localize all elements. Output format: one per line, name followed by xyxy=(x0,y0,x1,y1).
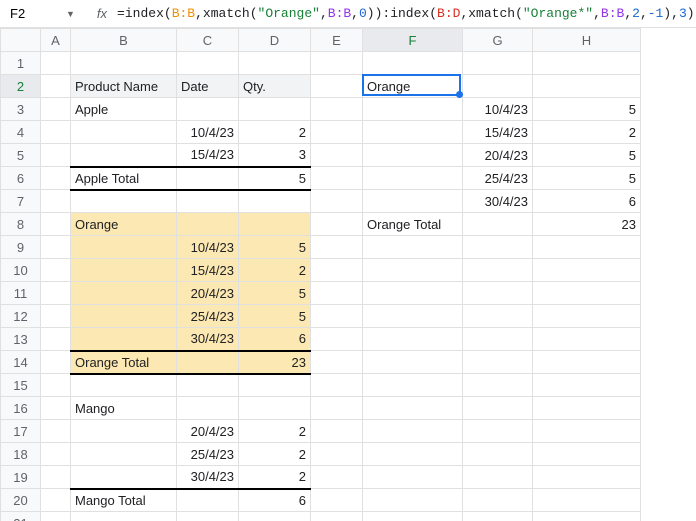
cell[interactable]: 15/4/23 xyxy=(463,121,533,144)
cell[interactable]: Apple xyxy=(71,98,177,121)
row-header[interactable]: 4 xyxy=(1,121,41,144)
col-header-F[interactable]: F xyxy=(363,29,463,52)
row-header[interactable]: 19 xyxy=(1,466,41,489)
cell[interactable]: 30/4/23 xyxy=(177,328,239,351)
row-header[interactable]: 11 xyxy=(1,282,41,305)
cell[interactable]: 5 xyxy=(239,236,311,259)
cell[interactable]: 2 xyxy=(533,121,641,144)
cell[interactable]: 5 xyxy=(533,144,641,167)
cell[interactable]: 20/4/23 xyxy=(463,144,533,167)
row-header[interactable]: 12 xyxy=(1,305,41,328)
row-header[interactable]: 9 xyxy=(1,236,41,259)
cell[interactable]: 20/4/23 xyxy=(177,420,239,443)
cell[interactable]: 2 xyxy=(239,259,311,282)
cell-total-qty[interactable]: 23 xyxy=(533,213,641,236)
cell[interactable]: 3 xyxy=(239,144,311,167)
cell[interactable]: 10/4/23 xyxy=(177,121,239,144)
cell[interactable]: Orange xyxy=(71,213,177,236)
cell[interactable]: 25/4/23 xyxy=(177,443,239,466)
header-qty[interactable]: Qty. xyxy=(239,75,311,98)
select-all-corner[interactable] xyxy=(1,29,41,52)
cell[interactable]: 2 xyxy=(239,466,311,489)
cell-total-qty[interactable]: 5 xyxy=(239,167,311,190)
col-header-B[interactable]: B xyxy=(71,29,177,52)
cell-total-label[interactable]: Orange Total xyxy=(71,351,177,374)
row-header[interactable]: 15 xyxy=(1,374,41,397)
formula-input[interactable]: =index(B:B,xmatch("Orange",B:B,0)):index… xyxy=(115,4,696,23)
row-header[interactable]: 14 xyxy=(1,351,41,374)
row-header[interactable]: 5 xyxy=(1,144,41,167)
header-product-name[interactable]: Product Name xyxy=(71,75,177,98)
col-header-H[interactable]: H xyxy=(533,29,641,52)
row-header[interactable]: 21 xyxy=(1,512,41,521)
cell-total-qty[interactable]: 6 xyxy=(239,489,311,512)
row-header[interactable]: 1 xyxy=(1,52,41,75)
col-header-C[interactable]: C xyxy=(177,29,239,52)
cell-total-label[interactable]: Mango Total xyxy=(71,489,177,512)
cell[interactable]: 5 xyxy=(239,282,311,305)
cell[interactable]: 30/4/23 xyxy=(463,190,533,213)
row-header[interactable]: 13 xyxy=(1,328,41,351)
name-box[interactable] xyxy=(4,4,60,23)
row-header[interactable]: 6 xyxy=(1,167,41,190)
spreadsheet-grid[interactable]: A B C D E F G H 1 2 Product Name Date Qt… xyxy=(0,28,696,521)
col-header-E[interactable]: E xyxy=(311,29,363,52)
cell[interactable]: 2 xyxy=(239,420,311,443)
header-date[interactable]: Date xyxy=(177,75,239,98)
formula-bar: ▼ fx =index(B:B,xmatch("Orange",B:B,0)):… xyxy=(0,0,696,28)
cell[interactable]: 6 xyxy=(239,328,311,351)
row-header[interactable]: 2 xyxy=(1,75,41,98)
row-header[interactable]: 16 xyxy=(1,397,41,420)
cell[interactable]: 25/4/23 xyxy=(463,167,533,190)
row-header[interactable]: 7 xyxy=(1,190,41,213)
cell[interactable]: 2 xyxy=(239,443,311,466)
cell[interactable]: 10/4/23 xyxy=(177,236,239,259)
cell-total-label[interactable]: Apple Total xyxy=(71,167,177,190)
row-header[interactable]: 10 xyxy=(1,259,41,282)
cell[interactable]: 15/4/23 xyxy=(177,144,239,167)
row-header[interactable]: 18 xyxy=(1,443,41,466)
cell[interactable]: 5 xyxy=(533,167,641,190)
row-header[interactable]: 8 xyxy=(1,213,41,236)
fx-icon: fx xyxy=(89,6,115,21)
cell-F2[interactable]: Orange xyxy=(363,75,463,98)
cell[interactable]: 30/4/23 xyxy=(177,466,239,489)
row-header[interactable]: 17 xyxy=(1,420,41,443)
cell-total-label[interactable]: Orange Total xyxy=(363,213,463,236)
cell-total-qty[interactable]: 23 xyxy=(239,351,311,374)
cell[interactable]: 25/4/23 xyxy=(177,305,239,328)
row-header[interactable]: 3 xyxy=(1,98,41,121)
row-header[interactable]: 20 xyxy=(1,489,41,512)
cell[interactable]: 10/4/23 xyxy=(463,98,533,121)
cell[interactable]: 5 xyxy=(239,305,311,328)
cell[interactable]: Mango xyxy=(71,397,177,420)
cell[interactable]: 5 xyxy=(533,98,641,121)
col-header-G[interactable]: G xyxy=(463,29,533,52)
cell[interactable]: 15/4/23 xyxy=(177,259,239,282)
cell[interactable]: 20/4/23 xyxy=(177,282,239,305)
cell[interactable]: 2 xyxy=(239,121,311,144)
col-header-A[interactable]: A xyxy=(41,29,71,52)
col-header-D[interactable]: D xyxy=(239,29,311,52)
cell[interactable]: 6 xyxy=(533,190,641,213)
namebox-dropdown-icon[interactable]: ▼ xyxy=(60,9,81,19)
